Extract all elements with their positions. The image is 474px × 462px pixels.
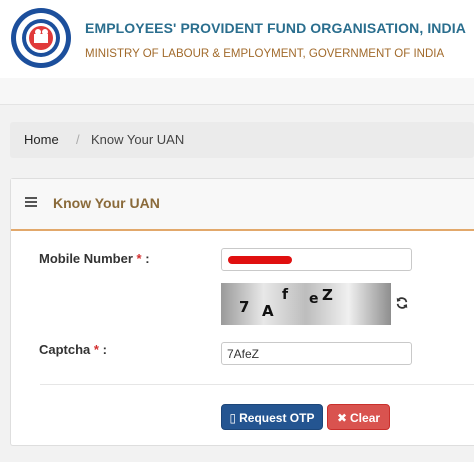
- panel-header: Know Your UAN: [11, 179, 474, 231]
- organisation-name: EMPLOYEES' PROVIDENT FUND ORGANISATION, …: [85, 20, 466, 36]
- captcha-char: 7: [239, 298, 249, 316]
- breadcrumb-home-link[interactable]: Home: [24, 122, 59, 158]
- captcha-label-colon: :: [102, 342, 107, 357]
- clear-label: Clear: [350, 411, 381, 425]
- mobile-icon: ▯: [229, 411, 237, 425]
- mobile-label-colon: :: [145, 251, 150, 266]
- captcha-label: Captcha * :: [39, 342, 107, 357]
- breadcrumb: Home / Know Your UAN: [10, 122, 474, 158]
- captcha-char: f: [282, 287, 289, 303]
- breadcrumb-current: Know Your UAN: [91, 132, 185, 147]
- captcha-image: 7 A f e Z: [221, 283, 391, 325]
- mobile-number-label: Mobile Number * :: [39, 251, 150, 266]
- captcha-required-star: *: [93, 342, 99, 357]
- mobile-required-star: *: [136, 251, 142, 266]
- captcha-label-text: Captcha: [39, 342, 91, 357]
- ministry-name: MINISTRY OF LABOUR & EMPLOYMENT, GOVERNM…: [85, 48, 445, 60]
- site-header: EMPLOYEES' PROVIDENT FUND ORGANISATION, …: [0, 0, 474, 78]
- breadcrumb-separator: /: [76, 132, 80, 147]
- captcha-char: Z: [322, 286, 333, 304]
- nav-strip: [0, 78, 474, 105]
- mobile-number-label-text: Mobile Number: [39, 251, 133, 266]
- request-otp-button[interactable]: ▯ Request OTP: [221, 404, 323, 430]
- mobile-number-input[interactable]: [221, 248, 412, 271]
- clear-button[interactable]: ✖ Clear: [327, 404, 390, 430]
- captcha-char: A: [262, 302, 274, 320]
- redaction-mark: [228, 256, 292, 264]
- hamburger-menu-icon: [25, 197, 37, 207]
- captcha-input[interactable]: [221, 342, 412, 365]
- x-icon: ✖: [336, 411, 348, 425]
- request-otp-label: Request OTP: [239, 411, 315, 425]
- epfo-logo-icon[interactable]: [10, 7, 72, 69]
- form-divider: [40, 384, 474, 385]
- captcha-char: e: [309, 291, 319, 307]
- refresh-icon[interactable]: [395, 296, 409, 310]
- panel-title: Know Your UAN: [53, 195, 160, 211]
